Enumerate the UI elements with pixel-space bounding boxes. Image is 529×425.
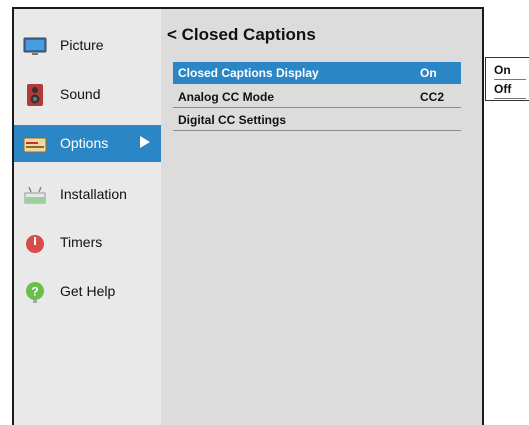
- sidebar-item-get-help[interactable]: ? Get Help: [14, 272, 161, 312]
- option-on[interactable]: On: [494, 63, 526, 80]
- menu-row-digital-cc-settings[interactable]: Digital CC Settings: [173, 110, 461, 131]
- value-dropdown: On Off: [485, 57, 529, 101]
- help-icon: ?: [26, 282, 44, 303]
- sidebar-item-sound[interactable]: Sound: [14, 75, 161, 115]
- tv-menu-window: Picture Sound Options Installation Timer…: [12, 7, 484, 425]
- row-label: Analog CC Mode: [178, 90, 274, 104]
- svg-text:?: ?: [31, 285, 38, 299]
- menu-row-analog-cc-mode[interactable]: Analog CC Mode CC2: [173, 87, 461, 108]
- row-value: CC2: [420, 90, 445, 104]
- page-title[interactable]: < Closed Captions: [167, 25, 316, 45]
- timer-icon: [26, 235, 44, 253]
- sidebar-item-installation[interactable]: Installation: [14, 175, 161, 215]
- row-label: Digital CC Settings: [178, 113, 287, 127]
- sidebar-item-picture[interactable]: Picture: [14, 26, 161, 66]
- sidebar-item-options[interactable]: Options: [14, 125, 161, 162]
- options-icon: [23, 137, 47, 153]
- sidebar-item-label: Installation: [60, 186, 127, 202]
- sidebar-item-label: Options: [60, 135, 109, 151]
- chevron-right-icon: [140, 136, 150, 148]
- sidebar-item-timers[interactable]: Timers: [14, 223, 161, 263]
- row-label: Closed Captions Display: [178, 66, 319, 80]
- sidebar-item-label: Picture: [60, 37, 104, 53]
- sidebar-item-label: Timers: [60, 234, 103, 250]
- row-value: On: [420, 66, 437, 80]
- menu-row-closed-captions-display[interactable]: Closed Captions Display On: [173, 62, 461, 84]
- sidebar-item-label: Sound: [60, 86, 101, 102]
- sidebar-item-label: Get Help: [60, 283, 116, 299]
- tv-icon: [23, 37, 47, 55]
- option-off[interactable]: Off: [494, 82, 526, 99]
- main-panel: < Closed Captions Closed Captions Displa…: [161, 9, 482, 425]
- speaker-icon: [27, 84, 43, 106]
- installation-icon: [24, 186, 46, 204]
- sidebar: Picture Sound Options Installation Timer…: [14, 9, 161, 425]
